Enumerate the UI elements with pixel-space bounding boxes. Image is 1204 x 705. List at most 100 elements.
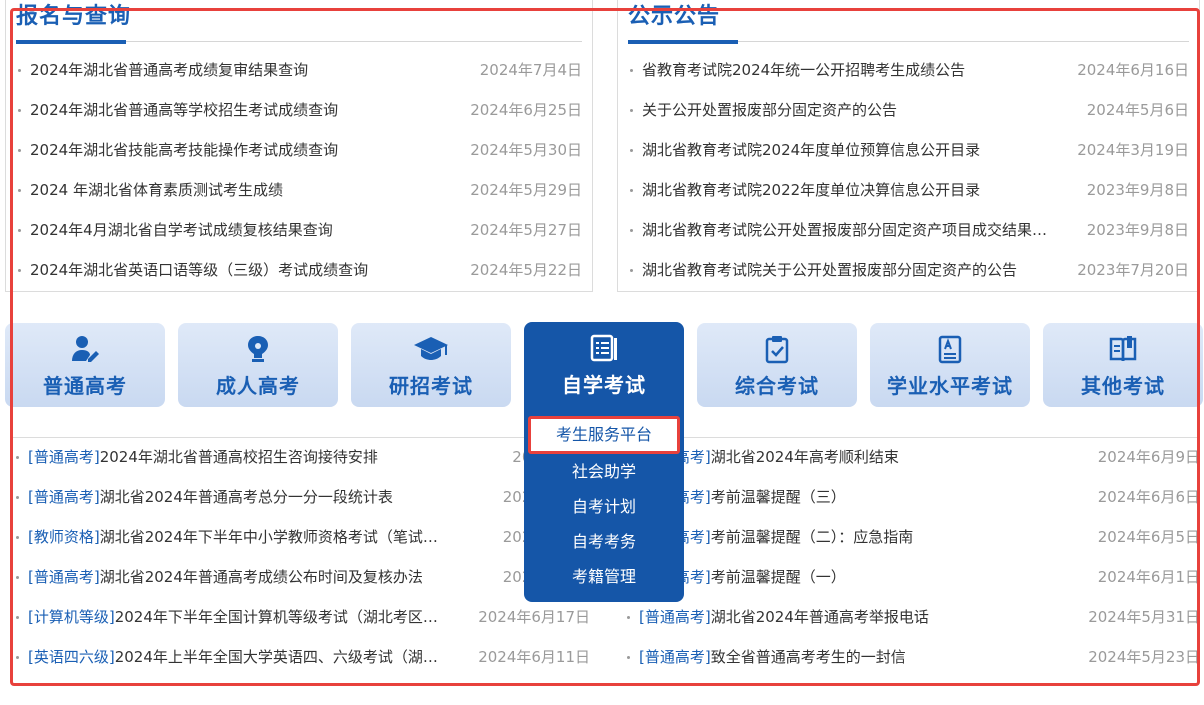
panel-header: 公示公告 bbox=[628, 0, 1189, 44]
news-date: 2024年7月4日 bbox=[479, 61, 582, 79]
news-date: 2024年3月19日 bbox=[1077, 141, 1189, 159]
news-title[interactable]: 湖北省教育考试院2024年度单位预算信息公开目录 bbox=[642, 130, 980, 170]
news-tag[interactable]: [普通高考] bbox=[28, 557, 100, 597]
news-date: 2024年6月9日 bbox=[1097, 448, 1200, 466]
list-item[interactable]: [普通高考]考前温馨提醒（三）2024年6月6日 bbox=[625, 477, 1200, 517]
tab-label: 综合考试 bbox=[735, 374, 819, 398]
tab-label: 研招考试 bbox=[389, 374, 473, 398]
tab-other-exams[interactable]: 其他考试 bbox=[1043, 323, 1203, 407]
news-tag[interactable]: [教师资格] bbox=[28, 517, 100, 557]
tab-label: 普通高考 bbox=[43, 374, 127, 398]
news-title[interactable]: 致全省普通高考考生的一封信 bbox=[711, 637, 906, 677]
news-title[interactable]: 关于公开处置报废部分固定资产的公告 bbox=[642, 90, 897, 130]
graduation-cap-icon bbox=[351, 334, 511, 364]
news-date: 2024年5月29日 bbox=[470, 181, 582, 199]
news-link[interactable]: [普通高考] 湖北省2024年普通高考成绩公布时间及复核办法 bbox=[28, 557, 423, 597]
news-date: 2024年6月17日 bbox=[478, 608, 590, 626]
list-item[interactable]: 关于公开处置报废部分固定资产的公告 2024年5月6日 bbox=[628, 90, 1189, 130]
tab-label: 其他考试 bbox=[1081, 374, 1165, 398]
news-title[interactable]: 2024年湖北省普通高校招生咨询接待安排 bbox=[100, 437, 378, 477]
panel-title[interactable]: 公示公告 bbox=[628, 2, 720, 32]
news-title[interactable]: 湖北省教育考试院2022年度单位决算信息公开目录 bbox=[642, 170, 980, 210]
menu-item-social-assistance[interactable]: 社会助学 bbox=[524, 454, 684, 489]
news-link[interactable]: [教师资格] 湖北省2024年下半年中小学教师资格考试（笔试… bbox=[28, 517, 438, 557]
news-title[interactable]: 2024年上半年全国大学英语四、六级考试（湖… bbox=[115, 637, 438, 677]
menu-item-candidate-service-platform[interactable]: 考生服务平台 bbox=[528, 416, 680, 454]
list-item[interactable]: 2024年湖北省普通高等学校招生考试成绩查询 2024年6月25日 bbox=[16, 90, 582, 130]
news-title[interactable]: 考前温馨提醒（一） bbox=[711, 557, 846, 597]
list-item[interactable]: 湖北省教育考试院关于公开处置报废部分固定资产的公告 2023年7月20日 bbox=[628, 250, 1189, 290]
tab-self-study-exam[interactable]: 自学考试 bbox=[524, 322, 684, 408]
list-item[interactable]: [教师资格]湖北省2024年下半年中小学教师资格考试（笔试…2024年6月2 bbox=[14, 517, 590, 557]
news-link[interactable]: [计算机等级] 2024年下半年全国计算机等级考试（湖北考区… bbox=[28, 597, 438, 637]
news-title[interactable]: 2024 年湖北省体育素质测试考生成绩 bbox=[30, 170, 283, 210]
panel-title[interactable]: 报名与查询 bbox=[16, 2, 131, 32]
news-title[interactable]: 2024年4月湖北省自学考试成绩复核结果查询 bbox=[30, 210, 333, 250]
list-item[interactable]: [普通高考]湖北省2024年高考顺利结束2024年6月9日 bbox=[625, 437, 1200, 477]
list-item[interactable]: 2024年4月湖北省自学考试成绩复核结果查询 2024年5月27日 bbox=[16, 210, 582, 250]
list-item[interactable]: [普通高考]考前温馨提醒（二）：应急指南2024年6月5日 bbox=[625, 517, 1200, 557]
list-item[interactable]: 2024年湖北省普通高考成绩复审结果查询 2024年7月4日 bbox=[16, 50, 582, 90]
list-item[interactable]: [普通高考]湖北省2024年普通高考成绩公布时间及复核办法2024年6月2 bbox=[14, 557, 590, 597]
list-item[interactable]: [英语四六级] 2024年上半年全国大学英语四、六级考试（湖… 2024年6月11日 bbox=[14, 637, 590, 677]
news-title[interactable]: 湖北省2024年普通高考举报电话 bbox=[711, 597, 929, 637]
news-tag[interactable]: [普通高考] bbox=[28, 437, 100, 477]
news-title[interactable]: 湖北省教育考试院公开处置报废部分固定资产项目成交结果… bbox=[642, 210, 1047, 250]
list-item[interactable]: [普通高考]湖北省2024年普通高考总分一分一段统计表2024年6月2 bbox=[14, 477, 590, 517]
book-list-icon bbox=[524, 333, 684, 363]
news-tag[interactable]: [普通高考] bbox=[639, 637, 711, 677]
news-title[interactable]: 考前温馨提醒（二）：应急指南 bbox=[711, 517, 914, 557]
tab-label: 学业水平考试 bbox=[887, 374, 1013, 398]
news-title[interactable]: 湖北省教育考试院关于公开处置报废部分固定资产的公告 bbox=[642, 250, 1017, 290]
tab-comprehensive-exam[interactable]: 综合考试 bbox=[697, 323, 857, 407]
list-item[interactable]: 2024 年湖北省体育素质测试考生成绩 2024年5月29日 bbox=[16, 170, 582, 210]
menu-item-exam-plan[interactable]: 自考计划 bbox=[524, 489, 684, 524]
list-item[interactable]: 湖北省教育考试院公开处置报废部分固定资产项目成交结果… 2023年9月8日 bbox=[628, 210, 1189, 250]
news-title[interactable]: 湖北省2024年下半年中小学教师资格考试（笔试… bbox=[100, 517, 438, 557]
tab-adult-gaokao[interactable]: 成人高考 bbox=[178, 323, 338, 407]
list-item[interactable]: [普通高考]2024年湖北省普通高校招生咨询接待安排2024年7月 bbox=[14, 437, 590, 477]
news-date: 2024年6月11日 bbox=[478, 648, 590, 666]
tab-graduate-exam[interactable]: 研招考试 bbox=[351, 323, 511, 407]
list-item[interactable]: [普通高考]考前温馨提醒（一）2024年6月1日 bbox=[625, 557, 1200, 597]
list-item[interactable]: 2024年湖北省技能高考技能操作考试成绩查询 2024年5月30日 bbox=[16, 130, 582, 170]
news-link[interactable]: [普通高考] 湖北省2024年普通高考总分一分一段统计表 bbox=[28, 477, 393, 517]
news-title[interactable]: 湖北省2024年高考顺利结束 bbox=[711, 437, 899, 477]
news-tag[interactable]: [普通高考] bbox=[639, 597, 711, 637]
list-item[interactable]: 2024年湖北省英语口语等级（三级）考试成绩查询 2024年5月22日 bbox=[16, 250, 582, 290]
news-date: 2024年5月23日 bbox=[1088, 648, 1200, 666]
list-item[interactable]: 省教育考试院2024年统一公开招聘考生成绩公告 2024年6月16日 bbox=[628, 50, 1189, 90]
news-date: 2024年5月6日 bbox=[1086, 101, 1189, 119]
tab-academic-level-exam[interactable]: 学业水平考试 bbox=[870, 323, 1030, 407]
news-tag[interactable]: [普通高考] bbox=[28, 477, 100, 517]
list-item[interactable]: [普通高考] 湖北省2024年普通高考举报电话 2024年5月31日 bbox=[625, 597, 1200, 637]
news-title[interactable]: 2024年湖北省普通高考成绩复审结果查询 bbox=[30, 50, 308, 90]
news-title[interactable]: 湖北省2024年普通高考总分一分一段统计表 bbox=[100, 477, 393, 517]
tab-regular-gaokao[interactable]: 普通高考 bbox=[5, 323, 165, 407]
news-link[interactable]: [普通高考] 湖北省2024年普通高考举报电话 bbox=[639, 597, 929, 637]
news-date: 2024年5月31日 bbox=[1088, 608, 1200, 626]
news-date: 2024年5月30日 bbox=[470, 141, 582, 159]
news-link[interactable]: [英语四六级] 2024年上半年全国大学英语四、六级考试（湖… bbox=[28, 637, 438, 677]
list-item[interactable]: 湖北省教育考试院2024年度单位预算信息公开目录 2024年3月19日 bbox=[628, 130, 1189, 170]
news-title[interactable]: 湖北省2024年普通高考成绩公布时间及复核办法 bbox=[100, 557, 423, 597]
news-tag[interactable]: [计算机等级] bbox=[28, 597, 115, 637]
news-title[interactable]: 考前温馨提醒（三） bbox=[711, 477, 846, 517]
news-title[interactable]: 2024年湖北省技能高考技能操作考试成绩查询 bbox=[30, 130, 338, 170]
list-item[interactable]: [计算机等级] 2024年下半年全国计算机等级考试（湖北考区… 2024年6月17日 bbox=[14, 597, 590, 637]
news-title[interactable]: 2024年湖北省普通高等学校招生考试成绩查询 bbox=[30, 90, 338, 130]
menu-item-registry-management[interactable]: 考籍管理 bbox=[524, 559, 684, 594]
list-item[interactable]: [普通高考] 致全省普通高考考生的一封信 2024年5月23日 bbox=[625, 637, 1200, 677]
news-title[interactable]: 2024年下半年全国计算机等级考试（湖北考区… bbox=[115, 597, 438, 637]
news-title[interactable]: 2024年湖北省英语口语等级（三级）考试成绩查询 bbox=[30, 250, 368, 290]
news-date: 2023年7月20日 bbox=[1077, 261, 1189, 279]
news-title[interactable]: 省教育考试院2024年统一公开招聘考生成绩公告 bbox=[642, 50, 965, 90]
announcements-panel: 公示公告 省教育考试院2024年统一公开招聘考生成绩公告 2024年6月16日 关… bbox=[617, 0, 1200, 292]
news-link[interactable]: [普通高考] 致全省普通高考考生的一封信 bbox=[639, 637, 906, 677]
list-item[interactable]: 湖北省教育考试院2022年度单位决算信息公开目录 2023年9月8日 bbox=[628, 170, 1189, 210]
user-pen-icon bbox=[5, 334, 165, 364]
menu-item-exam-affairs[interactable]: 自考考务 bbox=[524, 524, 684, 559]
news-link[interactable]: [普通高考] 2024年湖北省普通高校招生咨询接待安排 bbox=[28, 437, 378, 477]
news-tag[interactable]: [英语四六级] bbox=[28, 637, 115, 677]
bottom-news-left: [普通高考]2024年湖北省普通高校招生咨询接待安排2024年7月 [普通高考]… bbox=[14, 437, 590, 687]
